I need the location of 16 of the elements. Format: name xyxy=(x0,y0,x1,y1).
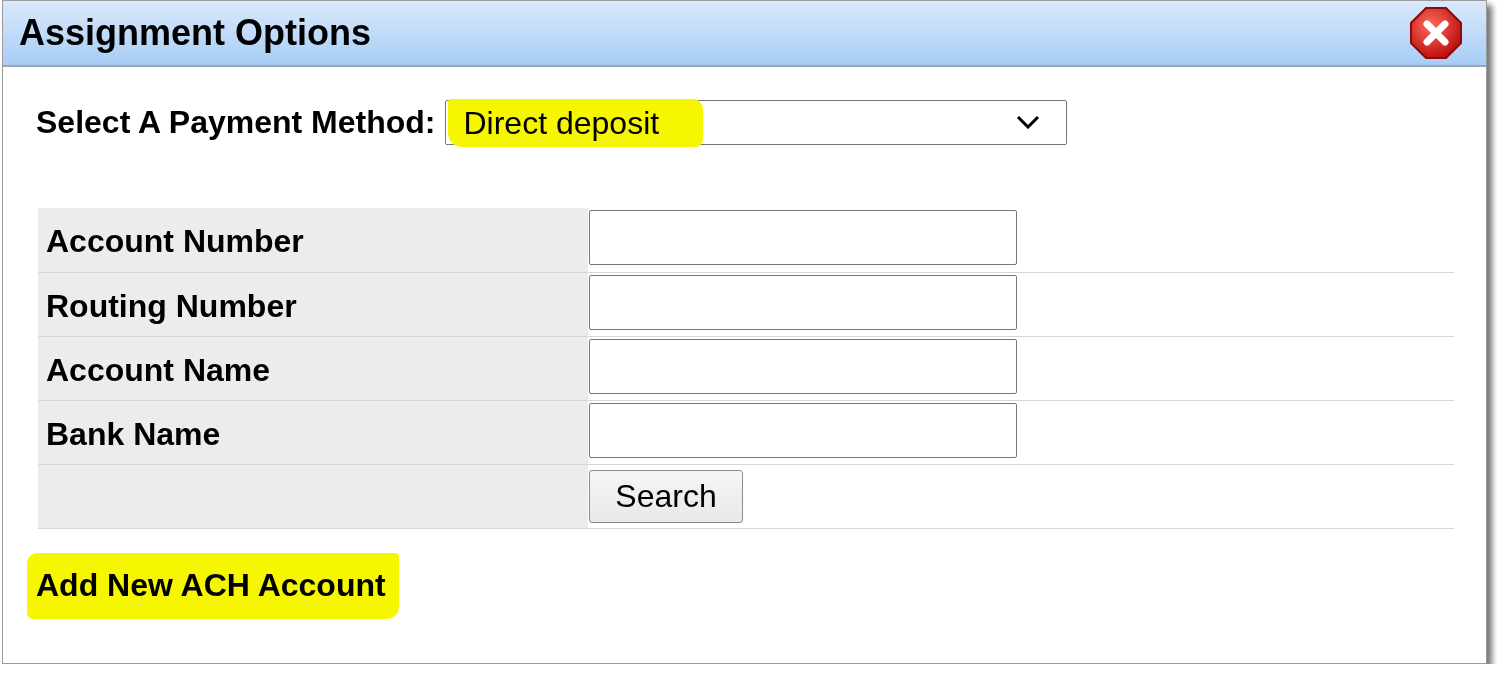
close-button[interactable] xyxy=(1410,7,1462,59)
field-label: Bank Name xyxy=(46,414,221,454)
close-icon xyxy=(1410,7,1462,59)
input-field[interactable] xyxy=(589,338,1017,394)
field-label: Routing Number xyxy=(46,286,297,326)
input-field[interactable] xyxy=(589,210,1017,265)
payment-method-label: Select A Payment Method: xyxy=(36,103,436,142)
field-label: Account Name xyxy=(46,350,271,390)
chevron-down-icon xyxy=(1016,115,1041,129)
dialog-title: Assignment Options xyxy=(19,11,372,55)
input-field[interactable] xyxy=(589,274,1017,330)
field-label: Account Number xyxy=(46,222,304,261)
payment-method-dropdown[interactable]: Direct deposit xyxy=(445,99,1068,145)
search-button[interactable]: Search xyxy=(589,469,743,523)
add-ach-account-link[interactable]: Add New ACH Account xyxy=(27,552,399,619)
input-field[interactable] xyxy=(589,402,1017,458)
